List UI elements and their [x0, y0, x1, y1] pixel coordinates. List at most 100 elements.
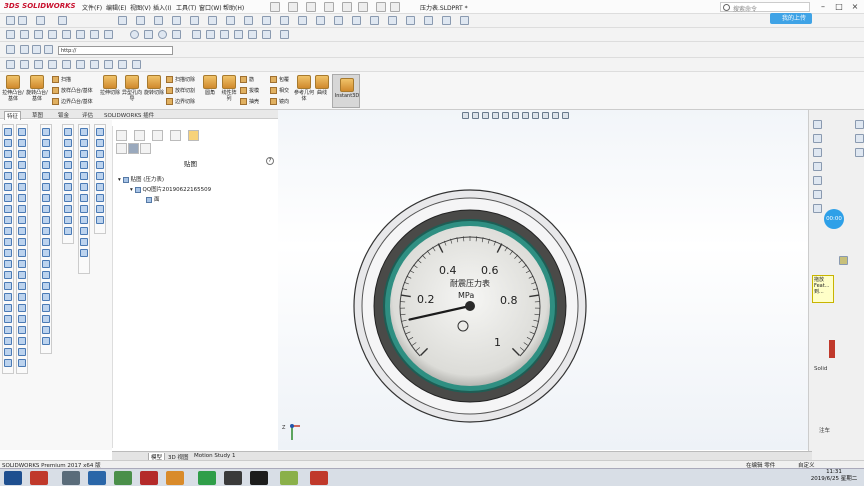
toolbar-tool-icon[interactable]	[6, 30, 15, 39]
toolbar-tool-icon[interactable]	[48, 30, 57, 39]
view-orientation-icon[interactable]	[502, 112, 509, 119]
recording-timer[interactable]: 00:00	[824, 209, 844, 229]
tool-icon[interactable]	[18, 172, 26, 180]
tool-icon[interactable]	[18, 216, 26, 224]
undo-icon[interactable]	[342, 2, 352, 12]
toolbar-tool-icon[interactable]	[6, 16, 15, 25]
tool-icon[interactable]	[80, 216, 88, 224]
tool-icon[interactable]	[18, 227, 26, 235]
tool-icon[interactable]	[4, 161, 12, 169]
tool-icon[interactable]	[80, 205, 88, 213]
tool-icon[interactable]	[42, 293, 50, 301]
tab-sheet-metal[interactable]: 钣金	[56, 111, 71, 119]
shell-button[interactable]: 抽壳	[240, 98, 259, 105]
toolbar-tool-icon[interactable]	[154, 16, 163, 25]
tool-icon[interactable]	[4, 348, 12, 356]
toolbar-tool-icon[interactable]	[48, 60, 57, 69]
tool-icon[interactable]	[80, 249, 88, 257]
tool-icon[interactable]	[18, 150, 26, 158]
tool-icon[interactable]	[4, 260, 12, 268]
tool-icon[interactable]	[42, 161, 50, 169]
tree-node-face[interactable]: 面	[146, 195, 160, 203]
property-manager-tab-icon[interactable]	[134, 130, 145, 141]
toolbar-tool-icon[interactable]	[460, 16, 469, 25]
appearance-tab-icon[interactable]	[188, 130, 199, 141]
tool-icon[interactable]	[96, 150, 104, 158]
home-icon[interactable]	[44, 45, 53, 54]
tool-icon[interactable]	[42, 249, 50, 257]
appearances-icon[interactable]	[813, 190, 822, 199]
boundary-boss-button[interactable]: 边界凸台/基体	[52, 98, 93, 105]
tool-icon[interactable]	[4, 205, 12, 213]
feature-manager-tab-icon[interactable]	[116, 130, 127, 141]
menu-view[interactable]: 视图(V)	[130, 3, 151, 12]
maximize-icon[interactable]: □	[834, 2, 844, 12]
custom-properties-icon[interactable]	[813, 204, 822, 213]
tool-icon[interactable]	[4, 271, 12, 279]
menu-edit[interactable]: 编辑(E)	[106, 3, 126, 12]
tab-evaluate[interactable]: 评估	[80, 111, 95, 119]
tool-icon[interactable]	[96, 205, 104, 213]
app-icon[interactable]	[280, 471, 298, 485]
tool-icon[interactable]	[64, 227, 72, 235]
toolbar-tool-icon[interactable]	[406, 16, 415, 25]
save-icon[interactable]	[306, 2, 316, 12]
app-icon[interactable]	[224, 471, 242, 485]
toolbar-tool-icon[interactable]	[280, 30, 289, 39]
app-icon[interactable]	[62, 471, 80, 485]
tool-icon[interactable]	[18, 304, 26, 312]
tool-icon[interactable]	[18, 238, 26, 246]
toolbar-tool-icon[interactable]	[90, 30, 99, 39]
monitor-icon[interactable]	[562, 112, 569, 119]
circle-sketch-icon[interactable]	[158, 30, 167, 39]
task-pane-icon[interactable]	[855, 148, 864, 157]
rib-button[interactable]: 筋	[240, 76, 254, 83]
dimxpert-tab-icon[interactable]	[170, 130, 181, 141]
toolbar-tool-icon[interactable]	[298, 16, 307, 25]
menu-window[interactable]: 窗口(W)	[199, 3, 222, 12]
tool-icon[interactable]	[4, 194, 12, 202]
instant3d-button[interactable]: Instant3D	[332, 74, 360, 108]
toolbar-tool-icon[interactable]	[208, 16, 217, 25]
menu-help[interactable]: 帮助(H)	[223, 3, 244, 12]
tool-icon[interactable]	[42, 238, 50, 246]
tool-icon[interactable]	[18, 183, 26, 191]
toolbar-tool-icon[interactable]	[192, 30, 201, 39]
toolbar-tool-icon[interactable]	[424, 16, 433, 25]
start-icon[interactable]	[4, 471, 22, 485]
toolbar-tool-icon[interactable]	[206, 30, 215, 39]
tool-icon[interactable]	[4, 128, 12, 136]
reference-geometry-button[interactable]: 参考几何体	[294, 75, 314, 102]
toolbar-tool-icon[interactable]	[76, 60, 85, 69]
tool-icon[interactable]	[64, 216, 72, 224]
boundary-cut-button[interactable]: 边界切除	[166, 98, 195, 105]
app-icon[interactable]	[88, 471, 106, 485]
tool-icon[interactable]	[42, 216, 50, 224]
tool-icon[interactable]	[4, 183, 12, 191]
loft-boss-button[interactable]: 放样凸台/基体	[52, 87, 93, 94]
tool-icon[interactable]	[42, 150, 50, 158]
tool-icon[interactable]	[4, 249, 12, 257]
toolbar-tool-icon[interactable]	[58, 16, 67, 25]
forward-icon[interactable]	[20, 45, 29, 54]
tool-icon[interactable]	[42, 304, 50, 312]
hide-show-icon[interactable]	[522, 112, 529, 119]
tab-features[interactable]: 特征	[4, 111, 22, 120]
tool-icon[interactable]	[64, 128, 72, 136]
grid-icon[interactable]	[262, 30, 271, 39]
task-pane-icon[interactable]	[855, 120, 864, 129]
tool-icon[interactable]	[4, 326, 12, 334]
zoom-area-icon[interactable]	[472, 112, 479, 119]
toolbar-tool-icon[interactable]	[132, 60, 141, 69]
minimize-icon[interactable]: –	[818, 2, 828, 12]
zoom-fit-icon[interactable]	[462, 112, 469, 119]
tool-icon[interactable]	[42, 271, 50, 279]
close-icon[interactable]: ×	[850, 2, 860, 12]
draft-button[interactable]: 拔模	[240, 87, 259, 94]
previous-view-icon[interactable]	[482, 112, 489, 119]
toolbar-tool-icon[interactable]	[104, 60, 113, 69]
app-icon[interactable]	[114, 471, 132, 485]
tool-icon[interactable]	[18, 359, 26, 367]
toolbar-tool-icon[interactable]	[62, 60, 71, 69]
tool-icon[interactable]	[42, 194, 50, 202]
